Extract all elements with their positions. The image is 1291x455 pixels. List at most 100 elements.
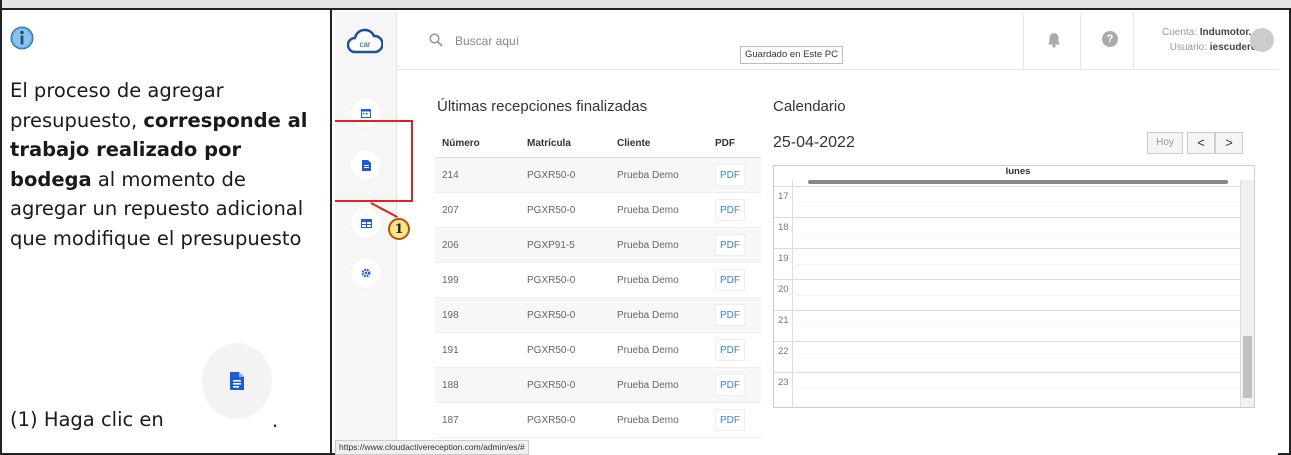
- user-label: Usuario:: [1169, 42, 1207, 53]
- search-icon[interactable]: [429, 33, 443, 47]
- day-header-bar: [808, 180, 1228, 184]
- calendar-icon: [361, 109, 371, 118]
- half-hour-line: [792, 295, 1240, 296]
- next-button[interactable]: >: [1215, 132, 1243, 154]
- cell-client: Prueba Demo: [617, 309, 679, 321]
- avatar[interactable]: [1250, 28, 1274, 52]
- search-input[interactable]: Buscar aquí: [455, 34, 519, 48]
- column-header: Cliente: [617, 138, 651, 149]
- instruction-column: El proceso de agregar presupuesto, corre…: [2, 10, 332, 455]
- half-hour-line: [792, 202, 1240, 203]
- cell-client: Prueba Demo: [617, 344, 679, 356]
- pdf-button[interactable]: PDF: [715, 199, 745, 221]
- saved-tooltip: Guardado en Este PC: [740, 46, 843, 64]
- receptions-table: Número Matrícula Cliente PDF 214 PGXR50-0…: [435, 130, 761, 438]
- account-info[interactable]: Cuenta: Indumotor... Usuario: iescudero: [1137, 25, 1257, 55]
- half-hour-line: [792, 357, 1240, 358]
- bell-icon[interactable]: [1047, 32, 1061, 48]
- cell-pdf: PDF: [715, 269, 761, 291]
- pdf-button[interactable]: PDF: [715, 269, 745, 291]
- cell-plate: PGXR50-0: [527, 344, 576, 356]
- cell-client: Prueba Demo: [617, 379, 679, 391]
- svg-text:car: car: [359, 40, 370, 49]
- sidebar-item-grid[interactable]: [351, 208, 381, 238]
- scrollbar-thumb[interactable]: [1243, 336, 1252, 398]
- cell-number: 191: [442, 344, 459, 356]
- calendar-title: Calendario: [773, 98, 846, 115]
- help-icon[interactable]: ?: [1102, 31, 1118, 47]
- calendar-hour-row[interactable]: 22: [774, 341, 1240, 372]
- cell-plate: PGXR50-0: [527, 309, 576, 321]
- calendar-grid: lunes 17 18 19 20 21 22 23: [773, 165, 1255, 408]
- hour-label: 19: [778, 253, 789, 264]
- top-rule: [2, 0, 1291, 10]
- hour-label: 21: [778, 315, 789, 326]
- cell-pdf: PDF: [715, 234, 761, 256]
- cell-client: Prueba Demo: [617, 274, 679, 286]
- grid-icon: [360, 218, 372, 228]
- pdf-button[interactable]: PDF: [715, 409, 745, 431]
- document-icon: [230, 372, 244, 390]
- calendar-hour-row[interactable]: 19: [774, 248, 1240, 279]
- cell-pdf: PDF: [715, 409, 761, 431]
- cell-pdf: PDF: [715, 199, 761, 221]
- cell-pdf: PDF: [715, 164, 761, 186]
- column-header: Número: [442, 138, 480, 149]
- status-url: https://www.cloudactivereception.com/adm…: [335, 440, 529, 455]
- callout-badge: 1: [388, 218, 410, 240]
- calendar-hour-row[interactable]: 17: [774, 186, 1240, 217]
- half-hour-line: [792, 264, 1240, 265]
- sidebar-item-settings[interactable]: [351, 258, 381, 288]
- app-logo-icon[interactable]: car: [347, 28, 383, 56]
- table-row: 198 PGXR50-0 Prueba Demo PDF: [435, 298, 761, 333]
- pdf-button[interactable]: PDF: [715, 374, 745, 396]
- cell-pdf: PDF: [715, 304, 761, 326]
- pdf-button[interactable]: PDF: [715, 339, 745, 361]
- prev-button[interactable]: <: [1187, 132, 1215, 154]
- calendar-date: 25-04-2022: [773, 134, 855, 151]
- cell-pdf: PDF: [715, 374, 761, 396]
- calendar-hour-row[interactable]: 21: [774, 310, 1240, 341]
- cell-number: 214: [442, 169, 459, 181]
- calendar-hour-row[interactable]: 20: [774, 279, 1240, 310]
- cell-number: 206: [442, 239, 459, 251]
- gear-icon: [361, 268, 371, 278]
- topbar-divider: [1080, 12, 1081, 70]
- half-hour-line: [792, 388, 1240, 389]
- table-row: 187 PGXR50-0 Prueba Demo PDF: [435, 403, 761, 438]
- info-icon: [10, 26, 34, 50]
- table-row: 188 PGXR50-0 Prueba Demo PDF: [435, 368, 761, 403]
- topbar-divider: [1133, 12, 1134, 70]
- table-row: 207 PGXR50-0 Prueba Demo PDF: [435, 193, 761, 228]
- cell-pdf: PDF: [715, 339, 761, 361]
- table-header: Número Matrícula Cliente PDF: [435, 130, 761, 158]
- document-button-preview: [202, 343, 272, 419]
- cell-plate: PGXP91-5: [527, 239, 575, 251]
- calendar-hour-row[interactable]: 23: [774, 372, 1240, 403]
- today-button[interactable]: Hoy: [1147, 132, 1183, 154]
- cell-client: Prueba Demo: [617, 239, 679, 251]
- hour-label: 23: [778, 377, 789, 388]
- cell-plate: PGXR50-0: [527, 169, 576, 181]
- cell-number: 207: [442, 204, 459, 216]
- table-row: 206 PGXP91-5 Prueba Demo PDF: [435, 228, 761, 263]
- pdf-button[interactable]: PDF: [715, 234, 745, 256]
- app-screenshot: car 1 Buscar aquí Guardado en Este PC ? …: [335, 12, 1278, 455]
- pdf-button[interactable]: PDF: [715, 164, 745, 186]
- table-row: 191 PGXR50-0 Prueba Demo PDF: [435, 333, 761, 368]
- step-period: .: [272, 409, 279, 432]
- calendar-hour-row[interactable]: 18: [774, 217, 1240, 248]
- column-header: Matrícula: [527, 138, 571, 149]
- cell-number: 198: [442, 309, 459, 321]
- hour-label: 18: [778, 222, 789, 233]
- calendar-scrollbar[interactable]: [1240, 180, 1254, 407]
- account-label: Cuenta:: [1161, 27, 1197, 38]
- highlight-box: [335, 120, 413, 202]
- instruction-document: El proceso de agregar presupuesto, corre…: [0, 0, 1291, 455]
- app-topbar: Buscar aquí Guardado en Este PC ? Cuenta…: [397, 12, 1278, 70]
- account-name: Indumotor...: [1199, 27, 1257, 38]
- table-body: 214 PGXR50-0 Prueba Demo PDF 207 PGXR50-0 Prue…: [435, 158, 761, 438]
- day-header: lunes: [1005, 166, 1031, 177]
- cell-number: 187: [442, 414, 459, 426]
- pdf-button[interactable]: PDF: [715, 304, 745, 326]
